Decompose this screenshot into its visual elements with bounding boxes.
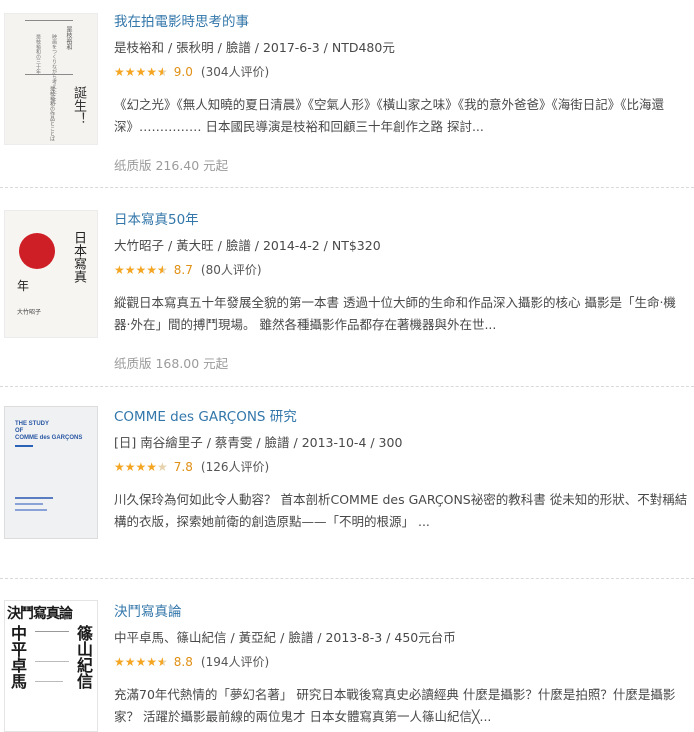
book-rating: ★★★★★ 7.8 (126人评价): [114, 459, 688, 475]
book-price[interactable]: 纸质版 216.40 元起: [114, 155, 688, 174]
rating-count: (304人评价): [200, 65, 270, 79]
divider: [0, 386, 694, 387]
rating-stars-icon: ★★★★★ ★: [114, 655, 168, 669]
book-rating: ★★★★★ ★ 8.8 (194人评价): [114, 654, 688, 670]
book-meta: 大竹昭子 / 黃大旺 / 臉譜 / 2014-4-2 / NT$320: [114, 238, 381, 253]
book-cover[interactable]: 決鬥寫真論 中平卓馬 篠山紀信: [4, 600, 98, 732]
rating-count: (126人评价): [200, 460, 270, 474]
cover-author: 中平卓馬: [8, 625, 27, 689]
book-description: 《幻之光》《無人知曉的夏日清晨》《空氣人形》《橫山家之味》《我的意外爸爸》《海街…: [114, 97, 665, 134]
cover-subtitle: 年: [17, 279, 30, 293]
book-rating: ★★★★★ ★ 9.0 (304人评价): [114, 64, 688, 80]
book-meta: 是枝裕和 / 張秋明 / 臉譜 / 2017-6-3 / NTD480元: [114, 40, 395, 55]
cover-rule: [25, 74, 73, 75]
cover-title: 日本寫真: [71, 231, 86, 283]
rating-score: 8.7: [173, 263, 193, 277]
cover-rule: [35, 661, 69, 662]
cover-text: THE STUDY: [15, 421, 50, 427]
book-rating: ★★★★★ ★ 8.7 (80人评价): [114, 262, 688, 278]
cover-small-text: 是枝裕和の作品とことば: [49, 86, 55, 141]
rating-count: (80人评价): [200, 263, 262, 277]
rating-score: 8.8: [173, 655, 193, 669]
divider: [0, 578, 694, 579]
book-cover[interactable]: 是枝裕和 映画をつくりながら考えたこと 是枝裕和の三十年 誕生！ 是枝裕和の作品…: [4, 13, 98, 145]
cover-sun-icon: [19, 233, 55, 269]
book-title-link[interactable]: 日本寫真50年: [114, 211, 688, 229]
book-meta: 中平卓馬、篠山紀信 / 黃亞紀 / 臉譜 / 2013-8-3 / 450元台币: [114, 630, 456, 645]
book-title-link[interactable]: 我在拍電影時思考的事: [114, 13, 688, 31]
cover-bar: [15, 497, 53, 499]
rating-score: 7.8: [173, 460, 193, 474]
book-cover[interactable]: 日本寫真 年 大竹昭子: [4, 210, 98, 338]
cover-small-text: 是枝裕和の三十年: [35, 34, 41, 74]
book-title-link[interactable]: COMME des GARÇONS 研究: [114, 408, 688, 426]
cover-bar: [15, 503, 43, 505]
book-cover[interactable]: THE STUDY OF COMME des GARÇONS: [4, 406, 98, 539]
cover-title: 決鬥寫真論: [7, 606, 73, 622]
book-price[interactable]: 纸质版 168.00 元起: [114, 353, 688, 372]
cover-bar: [15, 445, 33, 447]
rating-stars-icon: ★★★★★ ★: [114, 263, 168, 277]
cover-rule: [35, 681, 63, 682]
cover-small-text: 是枝裕和: [65, 26, 72, 50]
book-description: 縱觀日本寫真五十年發展全貌的第一本書 透過十位大師的生命和作品深入攝影的核心 攝…: [114, 295, 676, 332]
rating-stars-icon: ★★★★★ ★: [114, 65, 168, 79]
book-meta: [日] 南谷繪里子 / 蔡青雯 / 臉譜 / 2013-10-4 / 300: [114, 435, 403, 450]
book-description: 川久保玲為何如此令人動容？ 首本剖析COMME des GARÇONS祕密的教科…: [114, 492, 688, 529]
cover-rule: [25, 20, 73, 21]
divider: [0, 187, 694, 188]
cover-author: 篠山紀信: [74, 625, 93, 689]
rating-count: (194人评价): [200, 655, 270, 669]
cover-text: OF: [15, 428, 24, 434]
book-title-link[interactable]: 決鬥寫真論: [114, 603, 688, 621]
rating-score: 9.0: [173, 65, 193, 79]
book-description: 充滿70年代熱情的「夢幻名著」 研究日本戰後寫真史必讀經典 什麼是攝影？什麼是拍…: [114, 687, 676, 724]
rating-stars-icon: ★★★★★: [114, 460, 168, 474]
cover-bar: [15, 509, 47, 511]
cover-rule: [35, 631, 69, 632]
cover-title: 誕生！: [71, 86, 86, 125]
cover-text: COMME des GARÇONS: [15, 435, 83, 441]
cover-author: 大竹昭子: [17, 309, 42, 316]
